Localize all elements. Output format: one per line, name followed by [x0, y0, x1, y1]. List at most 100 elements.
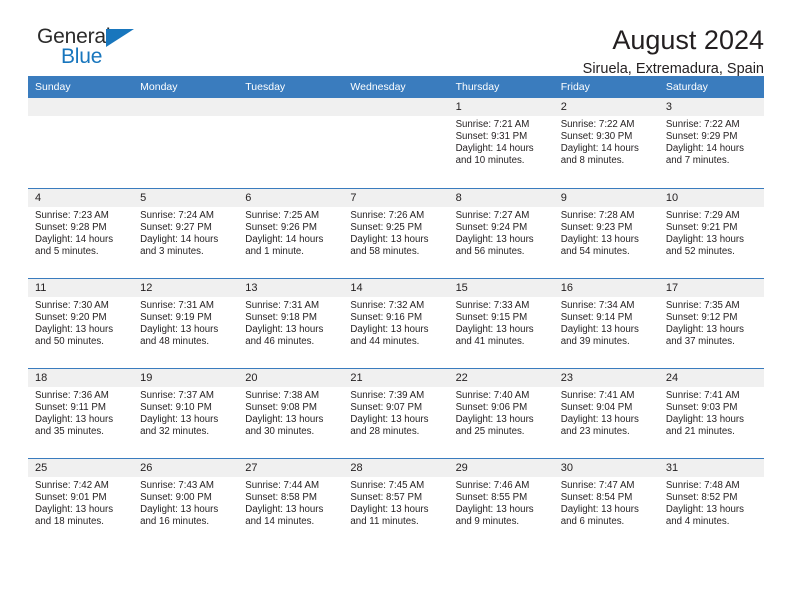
daylight-duration-line1: Daylight: 13 hours [245, 413, 324, 425]
calendar-day-cell[interactable]: 3 Sunrise: 7:22 AM Sunset: 9:29 PM Daylight… [658, 98, 764, 188]
calendar-day-cell[interactable]: 7 Sunrise: 7:26 AM Sunset: 9:25 PM Daylight… [343, 187, 449, 278]
day-number-placeholder [133, 98, 239, 116]
calendar-day-cell[interactable]: 20 Sunrise: 7:38 AM Sunset: 9:08 PM Dayligh… [238, 367, 344, 458]
sunset-time: Sunset: 9:31 PM [455, 131, 528, 143]
title-block: August 2024 Siruela, Extremadura, Spain [158, 26, 764, 78]
daylight-duration-line2: and 1 minute. [245, 245, 304, 257]
calendar-day-cell[interactable]: 6 Sunrise: 7:25 AM Sunset: 9:26 PM Daylight… [238, 187, 344, 278]
sunrise-time: Sunrise: 7:34 AM [560, 299, 635, 311]
sunset-time: Sunset: 9:28 PM [35, 221, 107, 233]
sunrise-time: Sunrise: 7:21 AM [455, 119, 530, 130]
sunset-time: Sunset: 9:11 PM [35, 401, 106, 413]
calendar-day-cell[interactable]: 28 Sunrise: 7:45 AM Sunset: 8:57 PM Dayligh… [343, 457, 449, 548]
calendar-day-cell[interactable]: 16 Sunrise: 7:34 AM Sunset: 9:14 PM Dayligh… [553, 277, 659, 368]
calendar-day-cell[interactable]: 15 Sunrise: 7:33 AM Sunset: 9:15 PM Dayligh… [448, 277, 554, 368]
sunrise-time: Sunrise: 7:46 AM [455, 479, 530, 491]
day-details: Sunrise: 7:25 AM Sunset: 9:26 PM Daylight:… [238, 207, 343, 258]
daylight-duration-line2: and 6 minutes. [560, 515, 625, 527]
calendar-day-cell[interactable]: 24 Sunrise: 7:41 AM Sunset: 9:03 PM Dayligh… [658, 367, 764, 458]
daylight-duration-line1: Daylight: 13 hours [35, 503, 114, 515]
day-number: 23 [553, 368, 659, 387]
daylight-duration-line1: Daylight: 13 hours [455, 413, 534, 425]
day-number-placeholder [238, 98, 344, 116]
day-number: 13 [238, 278, 344, 297]
day-details: Sunrise: 7:45 AM Sunset: 8:57 PM Daylight:… [343, 477, 448, 528]
calendar-day-cell[interactable]: 17 Sunrise: 7:35 AM Sunset: 9:12 PM Dayligh… [658, 277, 764, 368]
daylight-duration-line1: Daylight: 13 hours [560, 413, 639, 425]
calendar-body: 1 Sunrise: 7:21 AM Sunset: 9:31 PM Daylight… [28, 98, 764, 548]
calendar-day-cell[interactable]: 2 Sunrise: 7:22 AM Sunset: 9:30 PM Daylight… [553, 98, 659, 188]
day-number: 15 [448, 278, 554, 297]
calendar-day-cell[interactable]: 9 Sunrise: 7:28 AM Sunset: 9:23 PM Daylight… [553, 187, 659, 278]
calendar-day-cell[interactable]: 31 Sunrise: 7:48 AM Sunset: 8:52 PM Dayligh… [658, 457, 764, 548]
daylight-duration-line1: Daylight: 13 hours [35, 413, 114, 425]
daylight-duration-line2: and 48 minutes. [140, 335, 210, 347]
calendar-day-cell[interactable]: 27 Sunrise: 7:44 AM Sunset: 8:58 PM Dayligh… [238, 457, 344, 548]
calendar-day-cell[interactable]: 1 Sunrise: 7:21 AM Sunset: 9:31 PM Daylight… [448, 98, 554, 188]
daylight-duration-line2: and 16 minutes. [140, 515, 210, 527]
weekday-headers: Sunday Monday Tuesday Wednesday Thursday Frid… [28, 76, 764, 98]
calendar-day-cell[interactable]: 30 Sunrise: 7:47 AM Sunset: 8:54 PM Dayligh… [553, 457, 659, 548]
sunset-time: Sunset: 9:14 PM [560, 311, 633, 323]
sunset-time: Sunset: 9:29 PM [665, 131, 738, 143]
daylight-duration-line2: and 56 minutes. [455, 245, 525, 257]
daylight-duration-line1: Daylight: 14 hours [140, 233, 219, 245]
calendar-day-cell[interactable]: 12 Sunrise: 7:31 AM Sunset: 9:19 PM Dayligh… [133, 277, 239, 368]
sunrise-time: Sunrise: 7:22 AM [665, 119, 740, 130]
daylight-duration-line1: Daylight: 13 hours [560, 503, 639, 515]
calendar-day-cell[interactable]: 21 Sunrise: 7:39 AM Sunset: 9:07 PM Dayligh… [343, 367, 449, 458]
calendar-day-cell-empty [343, 98, 449, 188]
day-number: 17 [658, 278, 764, 297]
calendar-day-cell[interactable]: 18 Sunrise: 7:36 AM Sunset: 9:11 PM Dayligh… [28, 367, 134, 458]
weekday-header-tuesday: Tuesday [238, 76, 344, 98]
day-number: 26 [133, 458, 239, 477]
calendar-day-cell[interactable]: 8 Sunrise: 7:27 AM Sunset: 9:24 PM Daylight… [448, 187, 554, 278]
day-details: Sunrise: 7:32 AM Sunset: 9:16 PM Daylight:… [343, 297, 448, 348]
day-number: 10 [658, 188, 764, 207]
day-number-placeholder [28, 98, 134, 116]
day-details: Sunrise: 7:47 AM Sunset: 8:54 PM Daylight:… [554, 477, 659, 528]
daylight-duration-line1: Daylight: 14 hours [560, 143, 639, 155]
day-number: 2 [553, 98, 659, 116]
day-number: 29 [448, 458, 554, 477]
calendar-day-cell[interactable]: 11 Sunrise: 7:30 AM Sunset: 9:20 PM Dayligh… [28, 277, 134, 368]
calendar-day-cell[interactable]: 26 Sunrise: 7:43 AM Sunset: 9:00 PM Dayligh… [133, 457, 239, 548]
sunset-time: Sunset: 9:20 PM [35, 311, 107, 323]
calendar-day-cell[interactable]: 19 Sunrise: 7:37 AM Sunset: 9:10 PM Dayligh… [133, 367, 239, 458]
calendar-day-cell[interactable]: 14 Sunrise: 7:32 AM Sunset: 9:16 PM Dayligh… [343, 277, 449, 368]
calendar-day-cell[interactable]: 29 Sunrise: 7:46 AM Sunset: 8:55 PM Dayligh… [448, 457, 554, 548]
calendar-week-row: 4 Sunrise: 7:23 AM Sunset: 9:28 PM Daylight… [28, 187, 764, 278]
calendar-day-cell[interactable]: 22 Sunrise: 7:40 AM Sunset: 9:06 PM Dayligh… [448, 367, 554, 458]
day-details: Sunrise: 7:27 AM Sunset: 9:24 PM Daylight:… [449, 207, 554, 258]
sunset-time: Sunset: 9:23 PM [560, 221, 633, 233]
day-details: Sunrise: 7:41 AM Sunset: 9:03 PM Daylight:… [659, 387, 764, 438]
calendar-day-cell[interactable]: 4 Sunrise: 7:23 AM Sunset: 9:28 PM Daylight… [28, 187, 134, 278]
day-details: Sunrise: 7:44 AM Sunset: 8:58 PM Daylight:… [238, 477, 343, 528]
general-blue-logo[interactable]: General Blue [28, 26, 158, 74]
day-details: Sunrise: 7:43 AM Sunset: 9:00 PM Daylight:… [133, 477, 238, 528]
daylight-duration-line2: and 52 minutes. [665, 245, 735, 257]
daylight-duration-line2: and 25 minutes. [455, 425, 525, 437]
daylight-duration-line2: and 39 minutes. [560, 335, 630, 347]
calendar-day-cell[interactable]: 13 Sunrise: 7:31 AM Sunset: 9:18 PM Dayligh… [238, 277, 344, 368]
calendar-day-cell[interactable]: 5 Sunrise: 7:24 AM Sunset: 9:27 PM Daylight… [133, 187, 239, 278]
sunset-time: Sunset: 9:30 PM [560, 131, 633, 143]
calendar-day-cell[interactable]: 25 Sunrise: 7:42 AM Sunset: 9:01 PM Dayligh… [28, 457, 134, 548]
sunset-time: Sunset: 9:21 PM [665, 221, 738, 233]
daylight-duration-line1: Daylight: 13 hours [350, 233, 429, 245]
calendar-day-cell[interactable]: 23 Sunrise: 7:41 AM Sunset: 9:04 PM Dayligh… [553, 367, 659, 458]
daylight-duration-line1: Daylight: 14 hours [665, 143, 744, 155]
day-number: 28 [343, 458, 449, 477]
day-number: 31 [658, 458, 764, 477]
sunset-time: Sunset: 9:10 PM [140, 401, 212, 413]
sunrise-time: Sunrise: 7:22 AM [560, 119, 635, 130]
day-details: Sunrise: 7:42 AM Sunset: 9:01 PM Daylight:… [28, 477, 133, 528]
daylight-duration-line1: Daylight: 13 hours [665, 323, 744, 335]
sunset-time: Sunset: 9:27 PM [140, 221, 212, 233]
calendar-day-cell[interactable]: 10 Sunrise: 7:29 AM Sunset: 9:21 PM Dayligh… [658, 187, 764, 278]
calendar-week-row: 1 Sunrise: 7:21 AM Sunset: 9:31 PM Daylight… [28, 98, 764, 188]
daylight-duration-line1: Daylight: 13 hours [350, 503, 429, 515]
day-number: 1 [448, 98, 554, 116]
weekday-header-thursday: Thursday [448, 76, 554, 98]
daylight-duration-line1: Daylight: 14 hours [35, 233, 114, 245]
